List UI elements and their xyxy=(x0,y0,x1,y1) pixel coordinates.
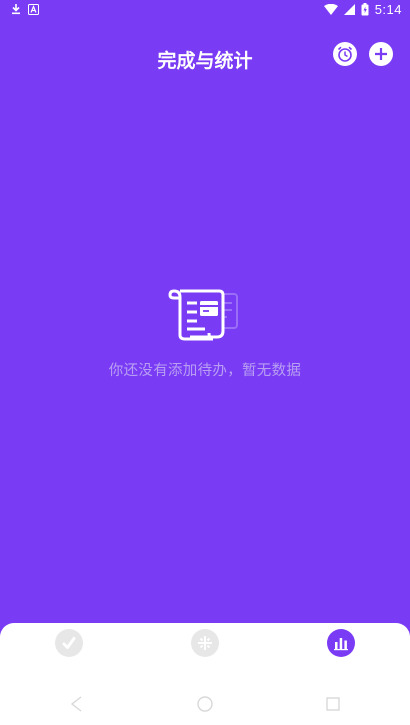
status-left xyxy=(10,3,39,15)
battery-icon xyxy=(361,2,369,15)
grid-star-icon xyxy=(198,636,212,650)
tab-stats[interactable] xyxy=(327,629,355,657)
tab-bar xyxy=(0,629,410,659)
add-button[interactable] xyxy=(369,42,393,66)
status-bar: 5:14 xyxy=(0,0,410,18)
add-icon xyxy=(375,48,387,60)
check-leaf-icon xyxy=(62,637,76,649)
signal-icon xyxy=(343,3,355,15)
download-icon xyxy=(12,4,20,15)
alarm-button[interactable] xyxy=(333,42,357,66)
tab-todo[interactable] xyxy=(191,629,219,657)
document-receipt-icon xyxy=(168,289,238,341)
empty-state: 你还没有添加待办，暂无数据 xyxy=(0,285,410,380)
wifi-icon xyxy=(323,3,338,15)
bottom-panel xyxy=(0,623,410,725)
back-icon[interactable] xyxy=(66,693,88,715)
bar-chart-icon xyxy=(334,638,348,651)
status-right: 5:14 xyxy=(323,1,402,17)
alarm-clock-icon xyxy=(337,46,353,62)
header: 完成与统计 xyxy=(0,36,410,80)
tab-done[interactable] xyxy=(55,629,83,657)
empty-message: 你还没有添加待办，暂无数据 xyxy=(108,363,302,379)
a-icon xyxy=(28,3,39,15)
status-time: 5:14 xyxy=(374,1,402,17)
home-icon[interactable] xyxy=(194,693,216,715)
system-nav-bar xyxy=(0,691,410,717)
recent-apps-icon[interactable] xyxy=(322,693,344,715)
